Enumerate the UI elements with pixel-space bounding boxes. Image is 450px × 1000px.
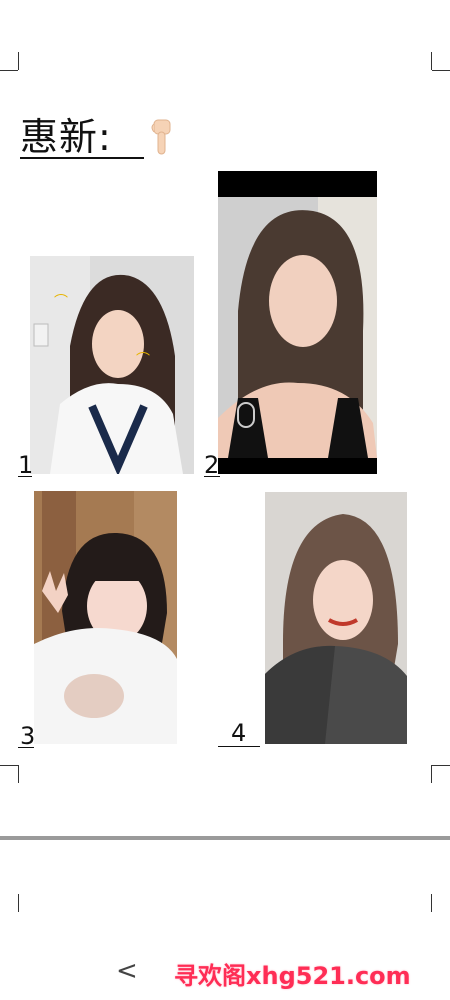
document-page: 惠新: ⌒ ⌒ 1 2 3 4 < 寻欢阁xhg521.com <box>0 0 450 1000</box>
crop-mark <box>432 70 450 71</box>
photo-number: 2 <box>204 451 220 479</box>
crop-mark <box>18 894 19 912</box>
back-button[interactable]: < <box>116 956 138 986</box>
crop-mark <box>18 52 19 70</box>
photo-woman-bob-peace-sign <box>34 491 177 744</box>
svg-text:⌒: ⌒ <box>54 294 68 310</box>
photo-woman-white-top: ⌒ ⌒ <box>30 256 194 474</box>
crop-mark <box>0 765 18 766</box>
crop-mark <box>431 765 432 783</box>
number-underline <box>18 476 32 477</box>
pointing-down-hand-icon <box>148 118 178 158</box>
photo-woman-black-top <box>218 171 377 474</box>
number-underline <box>18 747 34 748</box>
crop-mark <box>432 765 450 766</box>
photo-number: 3 <box>20 722 36 750</box>
photo-number: 4 <box>231 719 247 747</box>
crop-mark <box>18 765 19 783</box>
title-underline <box>20 157 144 159</box>
crop-mark <box>431 52 432 70</box>
site-watermark: 寻欢阁xhg521.com <box>174 962 411 990</box>
page-title: 惠新: <box>20 115 112 159</box>
photo-woman-denim-jacket <box>265 492 407 744</box>
number-underline <box>218 746 260 747</box>
page-divider <box>0 836 450 840</box>
crop-mark <box>431 894 432 912</box>
photo-number: 1 <box>18 451 34 479</box>
svg-text:⌒: ⌒ <box>136 352 150 368</box>
number-underline <box>204 476 220 477</box>
crop-mark <box>0 70 18 71</box>
